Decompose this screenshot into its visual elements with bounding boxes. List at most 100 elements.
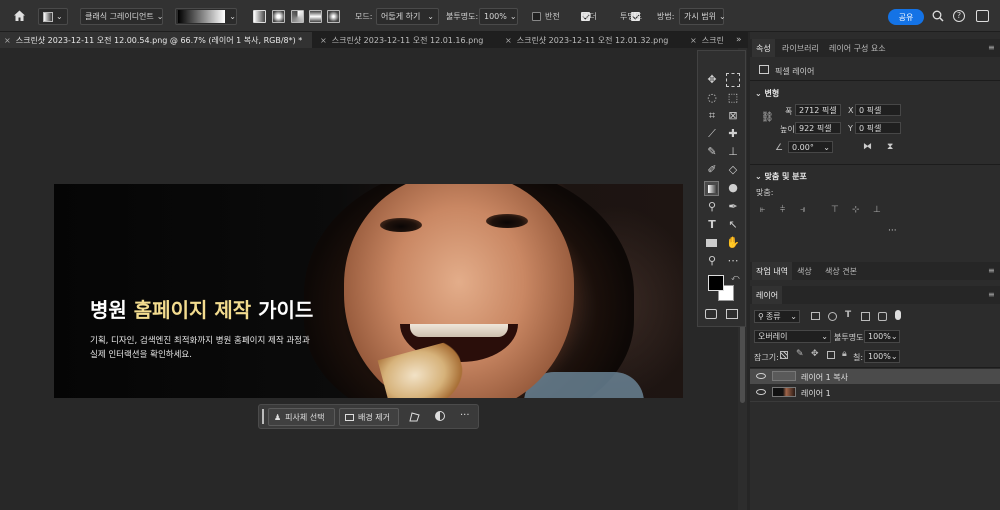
tab-color[interactable]: 색상: [797, 262, 812, 280]
document-image[interactable]: 병원 홈페이지 제작 가이드 기획, 디자인, 검색엔진 최적화까지 병원 홈페…: [54, 184, 683, 398]
document-tab[interactable]: × 스크린샷 2023-12-11 오전 12.01.16.png: [316, 32, 500, 48]
close-icon[interactable]: ×: [320, 36, 327, 45]
history-brush-icon[interactable]: ✐: [705, 163, 719, 177]
eraser-tool-icon[interactable]: ◇: [726, 163, 740, 177]
reflected-gradient-icon[interactable]: [309, 10, 322, 23]
lasso-tool-icon[interactable]: ◌: [705, 91, 719, 105]
path-selection-icon[interactable]: ↖: [726, 218, 740, 232]
layer-filter-select[interactable]: ⚲ 종류 ⌄: [754, 310, 800, 323]
angle-field[interactable]: 0.00° ⌄: [788, 141, 833, 153]
align-top-icon[interactable]: ⊤: [831, 205, 839, 215]
align-right-icon[interactable]: ⫣: [800, 205, 805, 215]
type-tool-icon[interactable]: T: [705, 218, 719, 232]
lock-position-icon[interactable]: ✥: [811, 349, 819, 359]
panel-menu-icon[interactable]: ≡: [988, 266, 995, 275]
hand-tool-icon[interactable]: ✋: [726, 236, 740, 250]
tab-properties[interactable]: 속성: [752, 39, 775, 57]
search-icon[interactable]: [932, 10, 944, 25]
height-field[interactable]: 922 픽셀: [795, 122, 841, 134]
share-button[interactable]: 공유: [888, 9, 924, 25]
fill-field[interactable]: 100% ⌄: [864, 350, 900, 363]
remove-background-button[interactable]: 배경 제거: [339, 408, 399, 426]
tool-preset-picker[interactable]: ⌄: [38, 8, 68, 25]
gradient-tool-icon[interactable]: [704, 181, 719, 196]
more-tools-icon[interactable]: ⋯: [726, 254, 740, 268]
panel-menu-icon[interactable]: ≡: [988, 43, 995, 52]
blend-mode-select[interactable]: 오버레이 ⌄: [754, 330, 831, 343]
flip-vertical-icon[interactable]: ⧗: [887, 142, 893, 152]
filter-shape-icon[interactable]: [861, 312, 870, 321]
filter-type-icon[interactable]: T: [845, 310, 851, 320]
blur-tool-icon[interactable]: ●: [726, 181, 740, 195]
object-selection-tool-icon[interactable]: ⬚: [726, 91, 740, 105]
dodge-tool-icon[interactable]: ⚲: [705, 200, 719, 214]
align-bottom-icon[interactable]: ⊥: [873, 205, 881, 215]
width-field[interactable]: 2712 픽셀: [795, 104, 841, 116]
align-section-header[interactable]: ⌄ 맞춤 및 분포: [755, 171, 807, 182]
lock-all-icon[interactable]: 🔒︎: [842, 349, 847, 359]
diamond-gradient-icon[interactable]: [327, 10, 340, 23]
reverse-checkbox[interactable]: [532, 12, 541, 21]
quick-mask-icon[interactable]: [705, 309, 717, 319]
drag-handle[interactable]: [262, 409, 264, 424]
crop-tool-icon[interactable]: ⌗: [705, 109, 719, 123]
mode-select[interactable]: 어둡게 하기 ⌄: [376, 8, 439, 25]
lock-artboard-icon[interactable]: [827, 351, 835, 359]
document-tab[interactable]: × 스크린샷 2023-12-11 오전 12.01.32.png: [501, 32, 684, 48]
y-field[interactable]: 0 픽셀: [855, 122, 901, 134]
gradient-picker[interactable]: ⌄: [175, 8, 237, 25]
lock-transparent-icon[interactable]: [780, 351, 788, 359]
healing-brush-icon[interactable]: ✚: [726, 127, 740, 141]
tab-overflow-icon[interactable]: »: [736, 35, 742, 45]
document-tab[interactable]: × 스크린: [686, 32, 732, 48]
rectangle-tool-icon[interactable]: [705, 236, 719, 250]
swap-colors-icon[interactable]: ⤺: [731, 273, 740, 283]
eyedropper-tool-icon[interactable]: ⟋: [705, 127, 719, 141]
panel-menu-icon[interactable]: ≡: [988, 290, 995, 299]
screen-mode-icon[interactable]: [726, 309, 738, 319]
adjustment-icon[interactable]: [435, 411, 445, 421]
layer-row[interactable]: 레이어 1: [750, 385, 1000, 400]
pen-tool-icon[interactable]: ✒: [726, 200, 740, 214]
opacity-field[interactable]: 100% ⌄: [479, 8, 518, 25]
tab-libraries[interactable]: 라이브러리: [782, 39, 819, 57]
filter-pixel-icon[interactable]: [811, 312, 820, 320]
tab-layer-comps[interactable]: 레이어 구성 요소: [829, 39, 886, 57]
frame-tool-icon[interactable]: ⊠: [726, 109, 740, 123]
visibility-eye-icon[interactable]: [756, 373, 766, 379]
clone-stamp-icon[interactable]: ⊥: [726, 145, 740, 159]
select-subject-button[interactable]: ♟ 피사체 선택: [268, 408, 335, 426]
layer-row[interactable]: 레이어 1 복사: [750, 369, 1000, 384]
align-vcenter-icon[interactable]: ⊹: [852, 205, 860, 215]
align-left-icon[interactable]: ⫦: [760, 205, 765, 215]
brush-tool-icon[interactable]: ✎: [705, 145, 719, 159]
marquee-tool-icon[interactable]: [726, 73, 740, 87]
foreground-color-swatch[interactable]: [708, 275, 724, 291]
method-select[interactable]: 가시 범위 ⌄: [679, 8, 726, 25]
more-options-icon[interactable]: ···: [460, 410, 470, 421]
flip-horizontal-icon[interactable]: ⧓: [863, 142, 872, 152]
close-icon[interactable]: ×: [4, 36, 11, 45]
move-tool-icon[interactable]: ✥: [705, 73, 719, 87]
filter-toggle-icon[interactable]: [895, 310, 901, 320]
visibility-eye-icon[interactable]: [756, 389, 766, 395]
transform-icon[interactable]: [409, 411, 420, 425]
linear-gradient-icon[interactable]: [253, 10, 266, 23]
gradient-type-select[interactable]: 클래식 그레이디언트 ⌄: [80, 8, 164, 25]
align-hcenter-icon[interactable]: ⫩: [780, 205, 785, 215]
close-icon[interactable]: ×: [690, 36, 697, 45]
lock-pixels-icon[interactable]: ✎: [796, 349, 804, 359]
tab-history[interactable]: 작업 내역: [752, 262, 792, 280]
angle-gradient-icon[interactable]: [291, 10, 304, 23]
tab-layers[interactable]: 레이어: [752, 286, 783, 304]
close-icon[interactable]: ×: [505, 36, 512, 45]
more-properties-icon[interactable]: ···: [888, 226, 897, 236]
zoom-tool-icon[interactable]: ⚲: [705, 254, 719, 268]
layer-opacity-field[interactable]: 100% ⌄: [864, 330, 900, 343]
tab-swatches[interactable]: 색상 견본: [825, 262, 857, 280]
help-icon[interactable]: ?: [953, 10, 965, 22]
transform-section-header[interactable]: ⌄ 변형: [755, 88, 779, 99]
document-tab[interactable]: × 스크린샷 2023-12-11 오전 12.00.54.png @ 66.7%…: [0, 32, 312, 48]
filter-smart-object-icon[interactable]: [878, 312, 887, 321]
link-icon[interactable]: ⛓: [761, 112, 774, 123]
